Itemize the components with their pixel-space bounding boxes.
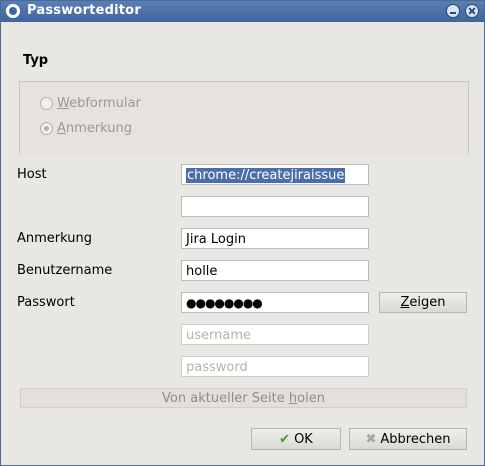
host-value: chrome://createjiraissue [186, 168, 346, 183]
fetch-label-mnemonic: h [288, 391, 298, 406]
type-group: Webformular Anmerkung [19, 81, 469, 155]
window-title: Passworteditor [27, 3, 141, 18]
password-field-name-input[interactable]: password [181, 356, 369, 377]
password-editor-window: Passworteditor Typ Webformular Anmerkung… [0, 0, 485, 466]
fetch-from-page-button[interactable]: Von aktueller Seite holen [20, 388, 467, 408]
host-field[interactable]: chrome://createjiraissue [181, 164, 369, 185]
radio-button[interactable] [40, 96, 53, 110]
show-password-button[interactable]: Zeigen [379, 292, 467, 313]
ok-label: OK [294, 432, 313, 447]
minimize-button[interactable] [446, 4, 460, 18]
cancel-label: Abbrechen [380, 432, 451, 447]
note-label: Anmerkung [17, 231, 92, 246]
radio-webformular-label: Webformular [57, 95, 141, 111]
radio-button-checked[interactable] [40, 121, 53, 135]
password-label: Passwort [17, 295, 75, 310]
show-button-label: eigen [409, 295, 446, 310]
hidden-field[interactable] [181, 196, 369, 217]
type-section-title: Typ [23, 53, 49, 68]
username-field[interactable]: holle [181, 260, 369, 281]
fetch-label-prefix: Von aktueller Seite [162, 391, 289, 406]
host-label: Host [17, 167, 47, 182]
app-icon[interactable] [6, 4, 20, 18]
fetch-label-rest: olen [297, 391, 325, 406]
cancel-button[interactable]: ✖ Abbrechen [349, 428, 467, 450]
cross-icon: ✖ [365, 432, 377, 447]
radio-webformular[interactable]: Webformular [40, 94, 141, 112]
title-bar[interactable]: Passworteditor [1, 1, 484, 22]
check-icon: ✔ [279, 432, 291, 447]
radio-anmerkung-label: Anmerkung [57, 120, 133, 136]
ok-button[interactable]: ✔ OK [251, 428, 341, 450]
username-field-name-input[interactable]: username [181, 324, 369, 345]
note-field[interactable]: Jira Login [181, 228, 369, 249]
password-field[interactable]: ●●●●●●●● [181, 292, 369, 313]
radio-anmerkung[interactable]: Anmerkung [40, 119, 132, 137]
close-button[interactable] [465, 4, 479, 18]
username-label: Benutzername [17, 263, 113, 278]
